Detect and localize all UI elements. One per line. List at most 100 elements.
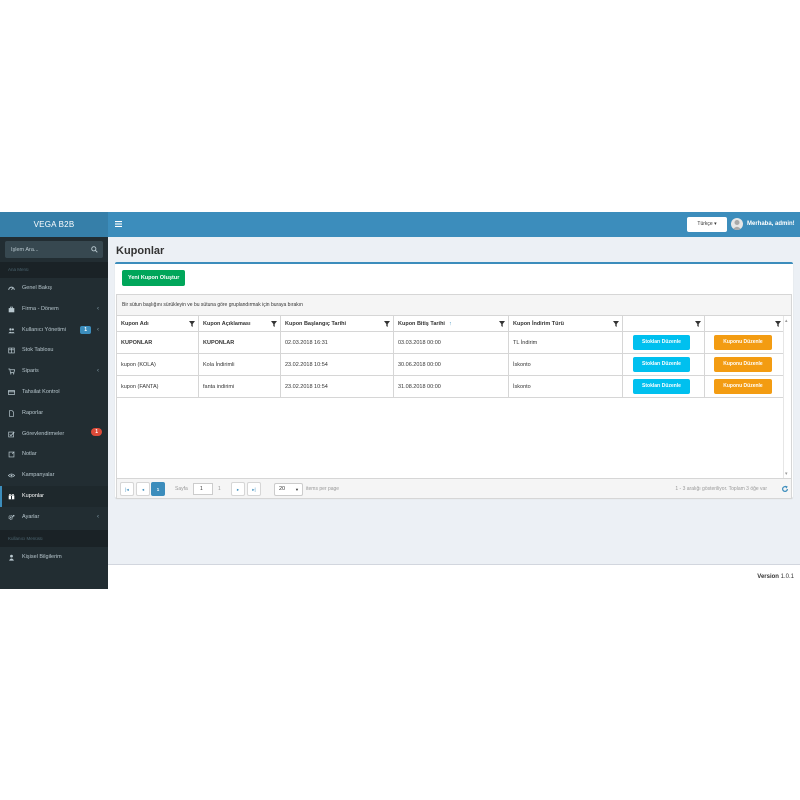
column-title: Kupon Başlangıç Tarihi [285,321,347,327]
cell-discount-type: İskonto [509,354,623,376]
edit-stocks-button[interactable]: Stokları Düzenle [633,357,690,372]
cell-discount-type: İskonto [509,376,623,398]
sidebar-item-siparis[interactable]: Siparis ‹ [0,361,108,382]
sidebar-item-kisisel-bilgilerim[interactable]: Kişisel Bilgilerim [0,547,108,568]
filter-icon[interactable] [384,321,390,327]
pager-page-total: 1 [218,486,221,492]
app-logo[interactable]: VEGA B2B [0,212,108,237]
edit-stocks-button[interactable]: Stokları Düzenle [633,379,690,394]
cell-stock-action: Stokları Düzenle [623,354,705,376]
dashboard-icon [8,286,15,291]
sidebar-item-kullanici-yonetimi[interactable]: Kullanıcı Yönetimi 1 ‹ [0,320,108,341]
column-title: Kupon Açıklaması [203,321,251,327]
column-header-baslangic-tarihi[interactable]: Kupon Başlangıç Tarihi [281,316,394,332]
user-greeting[interactable]: Merhaba, admin! [747,212,795,237]
column-header-bitis-tarihi[interactable]: Kupon Bitiş Tarihi ↑ [394,316,509,332]
user-avatar[interactable] [731,218,743,230]
sidebar-item-gorevlendirmeler[interactable]: Görevlendirmeler 1 [0,424,108,445]
coupons-box: Yeni Kupon Oluştur Bir sütun başlığını s… [115,262,793,499]
sidebar-item-ayarlar[interactable]: Ayarlar ‹ [0,507,108,528]
sidebar-item-kampanyalar[interactable]: Kampanyalar [0,465,108,486]
cell-start-date: 23.02.2018 10:54 [281,354,394,376]
table-row[interactable]: KUPONLAR KUPONLAR 02.03.2018 16:31 03.03… [117,332,785,354]
group-drop-panel[interactable]: Bir sütun başlığını sürükleyin ve bu süt… [117,295,791,316]
column-title: Kupon Adı [121,321,149,327]
cogs-icon [8,514,15,520]
coupons-grid: Bir sütun başlığını sürükleyin ve bu süt… [116,294,792,499]
sidebar-item-raporlar[interactable]: Raporlar [0,403,108,424]
table-row[interactable]: kupon (KOLA) Kola İndirimli 23.02.2018 1… [117,354,785,376]
column-header-indirim-turu[interactable]: Kupon İndirim Türü [509,316,623,332]
sidebar-item-label: Notlar [22,451,37,458]
chevron-left-icon: ‹ [97,368,99,375]
sidebar-item-notlar[interactable]: Notlar [0,444,108,465]
sidebar-item-label: Kişisel Bilgilerim [22,553,62,560]
edit-coupon-button[interactable]: Kuponu Düzenle [714,357,772,372]
filter-icon[interactable] [775,321,781,327]
sidebar-item-label: Görevlendirmeler [22,430,65,437]
filter-icon[interactable] [189,321,195,327]
briefcase-icon [8,306,15,313]
new-coupon-button[interactable]: Yeni Kupon Oluştur [122,270,186,286]
chevron-left-icon: ‹ [97,305,99,312]
sidebar-item-label: Siparis [22,368,39,375]
pager-prev-button[interactable]: ◂ [136,482,150,496]
sidebar-item-label: Raporlar [22,409,44,416]
filter-icon[interactable] [613,321,619,327]
credit-card-icon [8,390,15,395]
sidebar-item-kuponlar[interactable]: Kuponlar [0,485,108,507]
table-row[interactable]: kupon (FANTA) fanta indirimi 23.02.2018 … [117,376,785,398]
pager-next-button[interactable]: ▸ [231,482,245,496]
edit-stocks-button[interactable]: Stokları Düzenle [633,335,690,350]
notification-badge: 1 [91,427,102,436]
column-header-kupon-aciklamasi[interactable]: Kupon Açıklaması [199,316,281,332]
sidebar-item-label: Kullanıcı Yönetimi [22,326,66,333]
sidebar-search [0,237,108,262]
hamburger-menu-icon[interactable] [115,221,122,227]
pager-page-1[interactable]: 1 [151,482,165,496]
cell-end-date: 03.03.2018 00:00 [394,332,509,354]
user-icon [9,554,14,561]
edit-coupon-button[interactable]: Kuponu Düzenle [714,379,772,394]
column-title: Kupon İndirim Türü [513,321,565,327]
chevron-left-icon: ‹ [97,513,99,520]
page-size-select[interactable]: 20 ▼ [274,483,303,496]
grid-vertical-scrollbar[interactable]: ▴ ▾ [783,316,791,479]
note-icon [8,451,15,458]
sidebar: VEGA B2B Ana Menü Genel Bakış Firma - Dö… [0,212,108,589]
checkbox-icon [8,431,15,437]
sidebar-item-label: Kampanyalar [22,472,55,479]
filter-icon[interactable] [695,321,701,327]
sidebar-search-input[interactable] [5,241,103,258]
version-label: Version [757,574,779,580]
top-navbar: Türkçe ▾ Merhaba, admin! [108,212,800,237]
sidebar-item-firma-donem[interactable]: Firma - Dönem ‹ [0,299,108,320]
sidebar-item-label: Stok Tablosu [22,347,54,354]
filter-icon[interactable] [499,321,505,327]
sidebar-item-tahsilat-kontrol[interactable]: Tahsilat Kontrol [0,382,108,403]
gift-icon [8,493,15,500]
sidebar-item-stok-tablosu[interactable]: Stok Tablosu [0,340,108,361]
page-title: Kuponlar [116,245,165,257]
column-header-stock-action[interactable] [623,316,705,332]
cell-stock-action: Stokları Düzenle [623,376,705,398]
column-header-edit-action[interactable] [705,316,785,332]
pager-page-input[interactable]: 1 [193,483,213,495]
pager-last-button[interactable]: ▸| [247,482,261,496]
cell-coupon-description: Kola İndirimli [199,354,281,376]
pager-first-button[interactable]: |◂ [120,482,134,496]
refresh-icon[interactable] [781,485,789,493]
cell-start-date: 02.03.2018 16:31 [281,332,394,354]
language-dropdown[interactable]: Türkçe ▾ [687,217,727,232]
search-icon[interactable] [91,246,98,253]
column-header-kupon-adi[interactable]: Kupon Adı [117,316,199,332]
edit-coupon-button[interactable]: Kuponu Düzenle [714,335,772,350]
cell-coupon-name: kupon (KOLA) [117,354,199,376]
sidebar-item-genel-bakis[interactable]: Genel Bakış [0,278,108,299]
cell-end-date: 31.08.2018 00:00 [394,376,509,398]
sort-ascending-icon: ↑ [448,321,452,327]
scroll-down-arrow-icon[interactable]: ▾ [785,471,788,477]
cell-discount-type: TL İndirim [509,332,623,354]
filter-icon[interactable] [271,321,277,327]
scroll-up-arrow-icon[interactable]: ▴ [785,318,788,324]
